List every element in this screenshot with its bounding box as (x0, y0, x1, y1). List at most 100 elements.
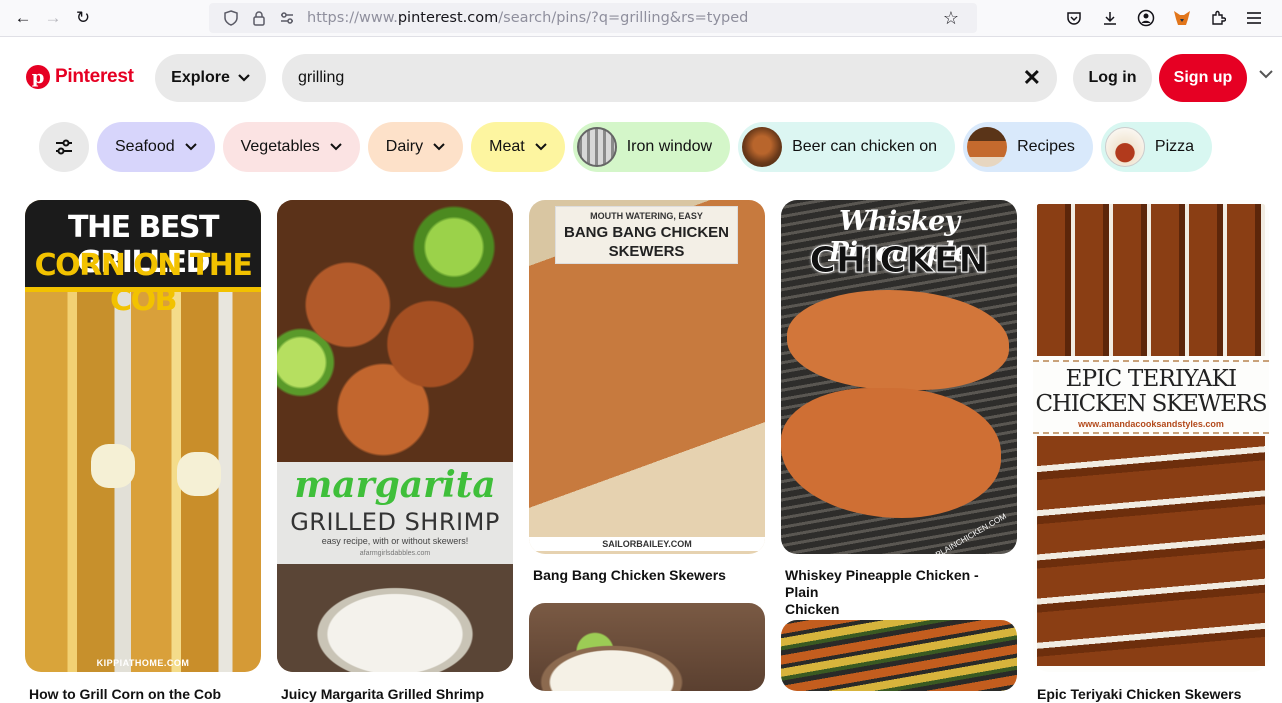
shrimp-text-panel: margarita GRILLED SHRIMP easy recipe, wi… (277, 462, 513, 564)
filter-label: Recipes (1017, 138, 1075, 155)
signup-button[interactable]: Sign up (1159, 54, 1247, 102)
pin-headline: BANG BANG CHICKEN (564, 224, 729, 241)
pin-grid: THE BEST GRILLED CORN ON THE COB KIPPIAT… (25, 200, 1282, 702)
lock-icon[interactable] (247, 10, 271, 26)
logo-text: Pinterest (55, 66, 134, 87)
pin-tacos[interactable] (529, 603, 765, 691)
filter-recipes[interactable]: Recipes (963, 122, 1093, 172)
teriyaki-photo-top (1037, 204, 1265, 356)
download-icon[interactable] (1094, 4, 1126, 32)
pin-title[interactable]: Bang Bang Chicken Skewers (533, 567, 763, 584)
filter-iron-window[interactable]: Iron window (572, 122, 731, 172)
filter-label: Pizza (1154, 138, 1195, 155)
bookmark-star-icon[interactable]: ☆ (939, 8, 963, 29)
shield-icon[interactable] (219, 10, 243, 26)
explore-label: Explore (171, 69, 230, 86)
chevron-down-icon (330, 143, 342, 151)
pin-source-watermark: KIPPIATHOME.COM (96, 658, 190, 668)
filter-label: Beer can chicken on (792, 138, 938, 155)
pin-title-line: Whiskey Pineapple Chicken - Plain (785, 567, 979, 600)
chicken-breast-bottom (781, 388, 1001, 518)
filter-label: Meat (489, 138, 525, 155)
butter-pat (91, 444, 135, 488)
sliders-icon (56, 139, 72, 155)
pin-title[interactable]: How to Grill Corn on the Cob (29, 686, 259, 703)
filter-dairy[interactable]: Dairy (367, 122, 464, 172)
pin-title[interactable]: Whiskey Pineapple Chicken - Plain Chicke… (785, 567, 1015, 618)
filter-label: Iron window (626, 138, 713, 155)
site-header: p Pinterest Explore grilling ✕ Log in Si… (0, 38, 1282, 118)
filter-thumbnail (967, 127, 1008, 167)
filter-thumbnail (576, 127, 617, 167)
shrimp-plate-photo (277, 564, 513, 672)
pin-source-watermark: PLAINCHICKEN.COM (934, 511, 1008, 554)
filter-label: Dairy (385, 138, 424, 155)
filter-label: Seafood (115, 138, 175, 155)
filter-beer-can-chicken[interactable]: Beer can chicken on (738, 122, 956, 172)
pin-title-line: Chicken (785, 601, 840, 617)
url-prefix: https://www. (307, 10, 398, 26)
search-input[interactable]: grilling ✕ (282, 54, 1057, 102)
back-arrow-icon[interactable]: ← (8, 3, 38, 33)
explore-button[interactable]: Explore (155, 54, 266, 102)
pin-headline: CHICKEN SKEWERS (1035, 391, 1268, 417)
chicken-breast-top (787, 290, 1009, 390)
chevron-down-icon (433, 143, 445, 151)
corn-header-band: THE BEST GRILLED CORN ON THE COB (25, 200, 261, 318)
pin-source-watermark: SAILORBAILEY.COM (529, 537, 765, 551)
butter-pat (177, 452, 221, 496)
pin-grilled-vegetables[interactable] (781, 620, 1017, 691)
pin-headline: EPIC TERIYAKI (1065, 366, 1237, 392)
url-domain: pinterest.com (397, 10, 499, 26)
filters-settings-button[interactable] (39, 122, 89, 172)
bangbang-label-card: MOUTH WATERING, EASY BANG BANG CHICKEN S… (555, 206, 738, 264)
pin-subtitle: MOUTH WATERING, EASY (590, 211, 703, 221)
pin-source-watermark: afarmgirlsdabbles.com (359, 550, 431, 557)
teriyaki-label-panel: EPIC TERIYAKI CHICKEN SKEWERS www.amanda… (1033, 360, 1269, 434)
filter-vegetables[interactable]: Vegetables (222, 122, 360, 172)
pin-headline: CHICKEN (809, 240, 989, 282)
menu-icon[interactable] (1238, 4, 1270, 32)
login-button[interactable]: Log in (1073, 54, 1152, 102)
filter-label: Vegetables (240, 138, 320, 155)
filter-thumbnail (1104, 127, 1145, 167)
permissions-icon[interactable] (275, 11, 299, 25)
metamask-fox-icon[interactable] (1166, 4, 1198, 32)
pin-headline: GRILLED SHRIMP (290, 508, 500, 536)
chevron-down-icon (238, 74, 250, 82)
clear-search-icon[interactable]: ✕ (1023, 65, 1041, 91)
url-path: /search/pins/?q=grilling&rs=typed (498, 10, 749, 26)
pin-source-watermark: www.amandacooksandstyles.com (1078, 419, 1224, 429)
teriyaki-photo-bottom (1037, 436, 1265, 666)
shrimp-photo (277, 200, 513, 462)
pin-title[interactable]: Juicy Margarita Grilled Shrimp (281, 686, 511, 703)
pin-whiskey-pineapple[interactable]: Whiskey Pineapple CHICKEN PLAINCHICKEN.C… (781, 200, 1017, 554)
pin-headline: SKEWERS (608, 243, 685, 260)
chevron-down-icon (535, 143, 547, 151)
pinterest-logo[interactable]: p Pinterest (26, 65, 134, 89)
filter-seafood[interactable]: Seafood (97, 122, 215, 172)
filter-thumbnail (742, 127, 783, 167)
reload-icon[interactable]: ↻ (68, 3, 98, 33)
account-icon[interactable] (1130, 4, 1162, 32)
chevron-down-icon (184, 143, 197, 151)
pin-title[interactable]: Epic Teriyaki Chicken Skewers (1037, 686, 1267, 703)
chevron-down-icon[interactable] (1259, 70, 1273, 79)
search-value: grilling (298, 69, 345, 86)
pin-shrimp[interactable]: margarita GRILLED SHRIMP easy recipe, wi… (277, 200, 513, 672)
forward-arrow-icon[interactable]: → (38, 3, 68, 33)
filter-meat[interactable]: Meat (471, 122, 565, 172)
pin-corn[interactable]: THE BEST GRILLED CORN ON THE COB KIPPIAT… (25, 200, 261, 672)
pin-headline: CORN ON THE COB (34, 248, 253, 318)
address-bar[interactable]: https://www.pinterest.com/search/pins/?q… (209, 3, 977, 33)
url-text[interactable]: https://www.pinterest.com/search/pins/?q… (307, 10, 939, 26)
pin-teriyaki[interactable]: EPIC TERIYAKI CHICKEN SKEWERS www.amanda… (1033, 200, 1269, 672)
filter-pizza[interactable]: Pizza (1100, 122, 1213, 172)
filter-bar: Seafood Vegetables Dairy Meat Iron windo… (39, 122, 1213, 172)
pocket-icon[interactable] (1058, 4, 1090, 32)
pin-script-title: margarita (294, 464, 496, 506)
extensions-icon[interactable] (1202, 4, 1234, 32)
pinterest-p-icon: p (26, 65, 50, 89)
browser-toolbar: ← → ↻ https://www.pinterest.com/search/p… (0, 0, 1282, 37)
pin-bang-bang[interactable]: MOUTH WATERING, EASY BANG BANG CHICKEN S… (529, 200, 765, 554)
